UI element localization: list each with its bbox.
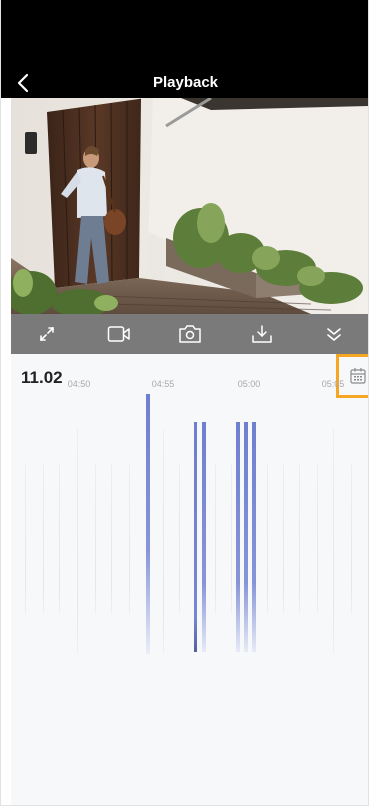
timeline-grid-line <box>43 464 44 614</box>
calendar-icon <box>350 368 366 384</box>
recording-event-bar[interactable] <box>236 422 240 652</box>
timeline-grid-line <box>77 429 78 654</box>
header-bar: Playback <box>1 0 368 98</box>
double-chevron-down-icon <box>327 328 341 341</box>
download-button[interactable] <box>242 317 282 351</box>
tick-label: 04:55 <box>151 379 175 389</box>
video-frame-image <box>11 98 368 314</box>
fullscreen-button[interactable] <box>27 317 67 351</box>
calendar-button[interactable] <box>336 354 368 398</box>
timeline-grid-line <box>95 464 96 614</box>
timeline-grid-line <box>267 464 268 614</box>
recording-event-bar[interactable] <box>244 422 248 652</box>
timeline-grid-line <box>25 464 26 614</box>
timeline-grid-line <box>299 464 300 614</box>
timeline-panel[interactable]: 11.02 04:50 04:55 05:00 05:05 <box>11 354 368 805</box>
recording-event-bar[interactable] <box>202 422 206 652</box>
video-camera-icon <box>107 326 130 342</box>
timeline-grid-line <box>215 464 216 614</box>
timeline-grid-line <box>163 429 164 654</box>
snapshot-button[interactable] <box>170 317 210 351</box>
selected-date: 11.02 <box>21 368 63 387</box>
timeline-grid-line <box>59 464 60 614</box>
timeline-grid-line <box>283 464 284 614</box>
recording-event-bar[interactable] <box>146 394 150 654</box>
video-player[interactable] <box>11 98 368 314</box>
recording-event-bar[interactable] <box>194 422 197 652</box>
recording-event-bar[interactable] <box>252 422 256 652</box>
tick-label: 05:00 <box>237 379 261 389</box>
expand-icon <box>40 327 54 341</box>
collapse-button[interactable] <box>314 317 354 351</box>
record-button[interactable] <box>99 317 139 351</box>
tick-label: 05:05 <box>321 379 345 389</box>
timeline-grid-line <box>333 429 334 654</box>
timeline-grid-line <box>231 464 232 614</box>
timeline-grid-line <box>111 464 112 614</box>
download-icon <box>252 325 273 343</box>
app-screen: Playback 11.02 04:50 04:55 05:00 05:05 <box>0 0 369 806</box>
page-title: Playback <box>152 74 219 91</box>
timeline-grid-line <box>317 464 318 614</box>
timeline-grid-line <box>351 464 352 614</box>
timeline-grid-line <box>179 464 180 614</box>
timeline-grid-line <box>129 464 130 614</box>
camera-icon <box>179 325 202 343</box>
playback-toolbar <box>11 314 368 354</box>
tick-label: 04:50 <box>67 379 91 389</box>
